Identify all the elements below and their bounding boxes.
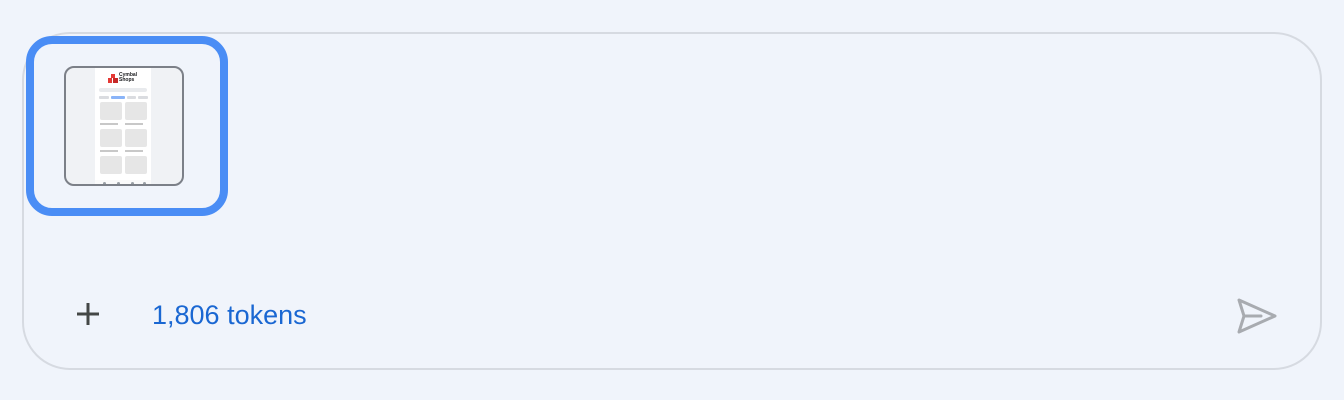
send-button[interactable]	[1232, 294, 1282, 338]
preview-brand-name: Cymbal Shops	[119, 72, 138, 83]
brand-logo-icon	[108, 74, 118, 83]
screenshot-preview: Cymbal Shops	[95, 68, 151, 184]
preview-product-card	[100, 129, 122, 147]
plus-icon	[77, 303, 99, 325]
preview-product-card	[125, 156, 147, 174]
preview-product-card	[100, 156, 122, 174]
attachment-thumbnail[interactable]: Cymbal Shops	[64, 66, 184, 186]
preview-product-card	[125, 129, 147, 147]
preview-product-card	[125, 102, 147, 120]
preview-tabs	[99, 96, 149, 100]
send-icon	[1237, 298, 1277, 334]
preview-product-card	[100, 102, 122, 120]
token-count: 1,806 tokens	[152, 300, 307, 330]
preview-bottom-nav	[95, 180, 151, 184]
add-attachment-button[interactable]	[68, 294, 108, 334]
preview-search-bar	[99, 88, 147, 92]
